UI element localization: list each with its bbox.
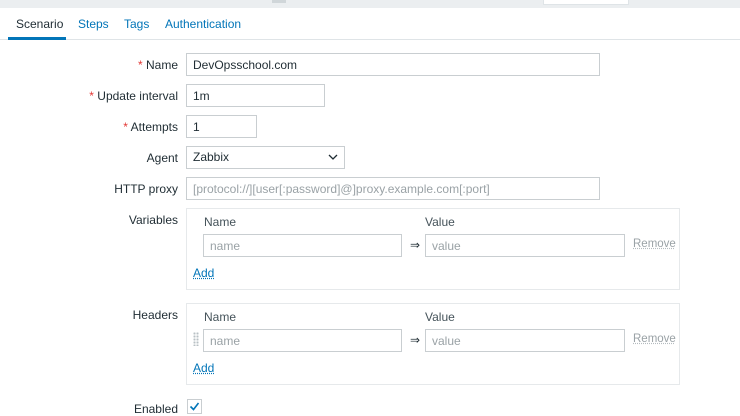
headers-add-button[interactable]: Add	[193, 361, 214, 375]
agent-select-value: Zabbix	[193, 150, 230, 164]
required-mark: *	[89, 89, 94, 103]
toolbar-input-edge	[543, 0, 629, 5]
variables-value-header: Value	[425, 215, 455, 229]
headers-value-header: Value	[425, 310, 455, 324]
tab-authentication[interactable]: Authentication	[165, 17, 241, 31]
name-label: * Name	[137, 58, 178, 72]
variables-label: Variables	[128, 213, 178, 227]
header-name-input[interactable]	[203, 329, 402, 352]
toolbar-control-edge	[272, 0, 286, 3]
update-interval-input[interactable]	[186, 84, 325, 107]
variable-name-input[interactable]	[203, 234, 402, 257]
tab-tags[interactable]: Tags	[124, 17, 149, 31]
tab-steps[interactable]: Steps	[78, 17, 109, 31]
attempts-input[interactable]	[186, 115, 257, 138]
variables-name-header: Name	[204, 215, 237, 229]
drag-handle-icon[interactable]	[193, 332, 199, 346]
checkmark-icon	[189, 402, 200, 411]
header-remove-button[interactable]: Remove	[633, 333, 676, 345]
tab-bar: Scenario Steps Tags Authentication	[0, 8, 740, 40]
top-toolbar-strip	[0, 0, 740, 8]
headers-label: Headers	[132, 308, 178, 322]
chevron-down-icon	[328, 154, 338, 160]
arrow-icon: ⇒	[410, 333, 421, 347]
required-mark: *	[137, 58, 143, 72]
arrow-icon: ⇒	[410, 238, 421, 252]
header-value-input[interactable]	[425, 329, 625, 352]
agent-select[interactable]: Zabbix	[186, 146, 345, 169]
active-tab-indicator	[8, 37, 66, 40]
variable-remove-button[interactable]: Remove	[633, 238, 676, 250]
headers-name-header: Name	[204, 310, 237, 324]
required-mark: *	[123, 120, 128, 134]
variable-value-input[interactable]	[425, 234, 625, 257]
agent-label: Agent	[146, 151, 178, 165]
name-input[interactable]	[186, 53, 600, 76]
variables-add-button[interactable]: Add	[193, 266, 214, 280]
http-proxy-label: HTTP proxy	[114, 182, 178, 196]
http-proxy-input[interactable]	[186, 177, 600, 200]
enabled-checkbox[interactable]	[187, 399, 202, 414]
attempts-label: * Attempts	[123, 120, 178, 134]
tab-scenario[interactable]: Scenario	[16, 17, 63, 31]
update-interval-label: * Update interval	[89, 89, 178, 103]
